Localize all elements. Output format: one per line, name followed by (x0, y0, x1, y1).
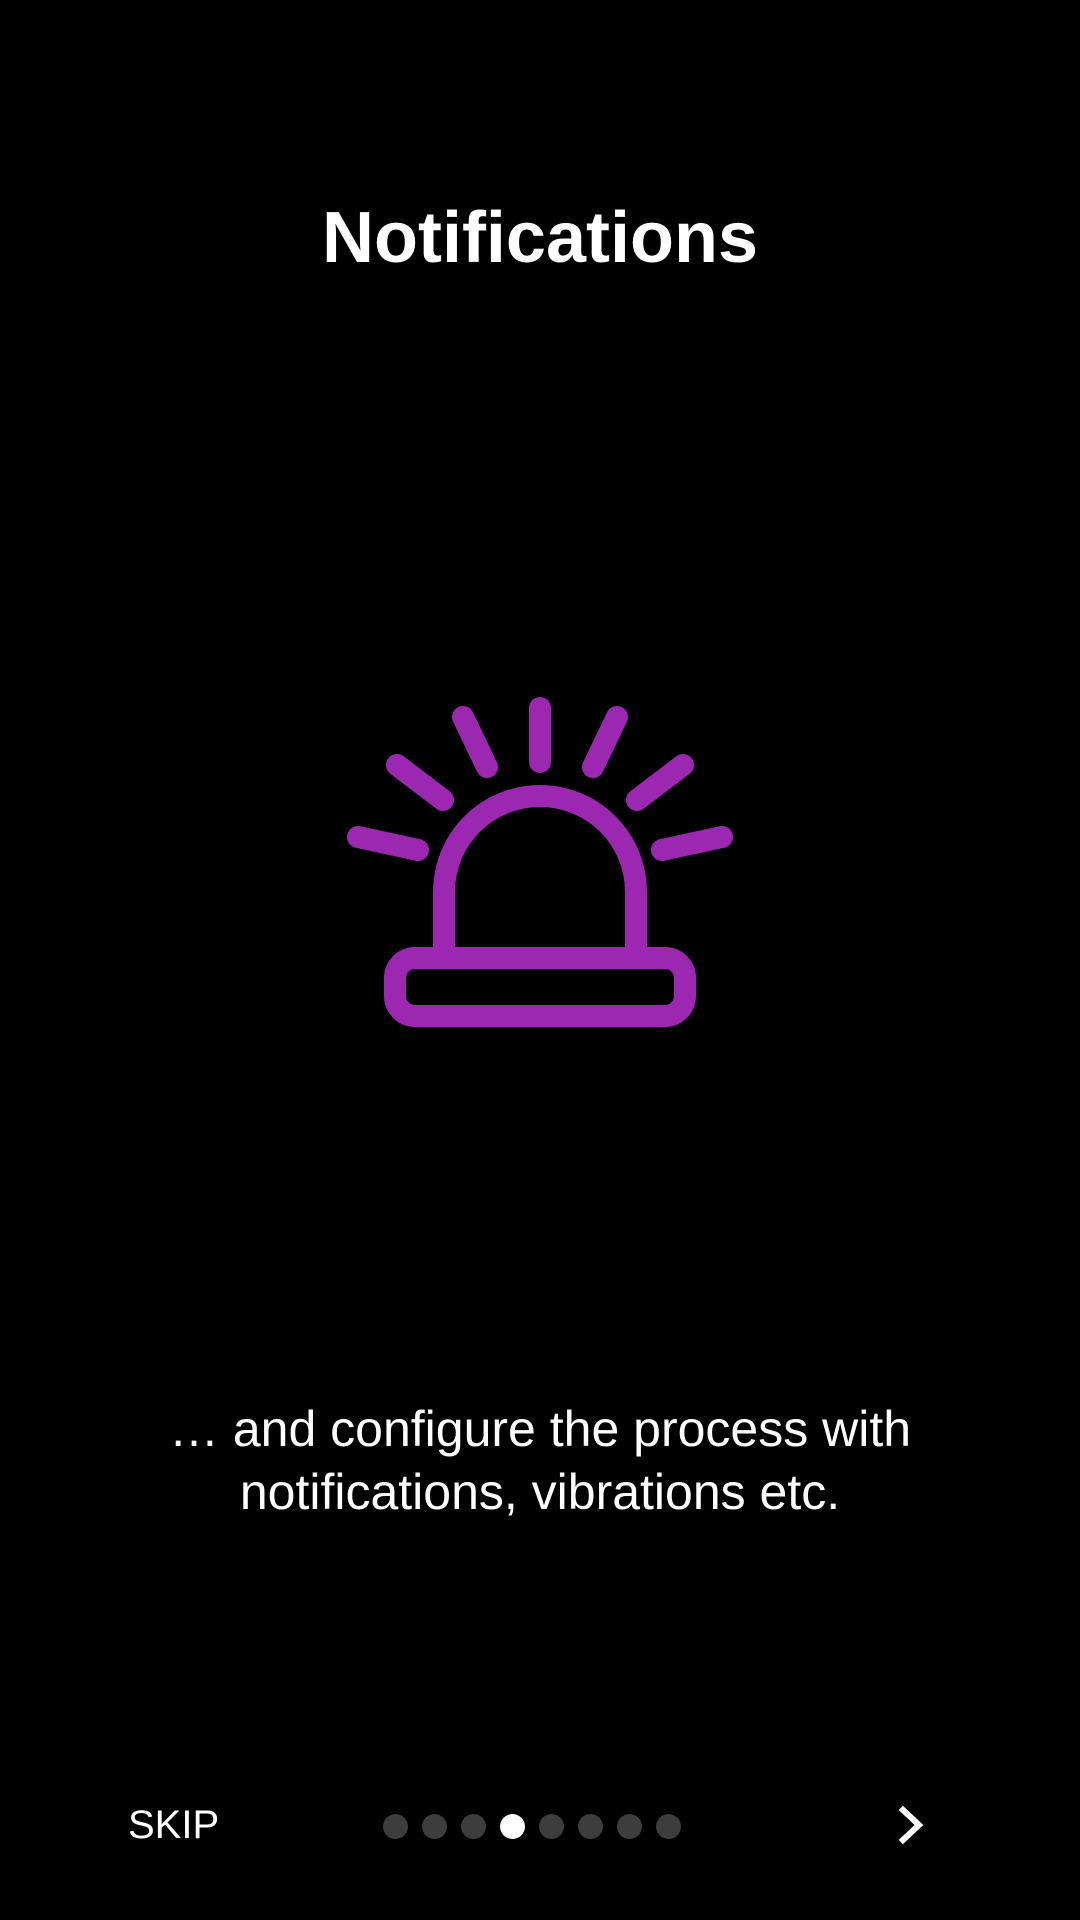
siren-alarm-icon (340, 680, 740, 1060)
page-indicator (383, 1814, 681, 1840)
onboarding-description: … and configure the process with notific… (168, 1401, 912, 1520)
next-button[interactable] (870, 1785, 950, 1865)
page-dot-1[interactable] (383, 1814, 408, 1839)
page-dot-2[interactable] (422, 1814, 447, 1839)
page-dot-8[interactable] (656, 1814, 681, 1839)
page-dot-6[interactable] (578, 1814, 603, 1839)
skip-button[interactable]: SKIP (110, 1796, 237, 1854)
chevron-right-icon (898, 1805, 924, 1845)
onboarding-navigation-bar: SKIP (0, 1780, 1080, 1870)
page-dot-3[interactable] (461, 1814, 486, 1839)
page-dot-5[interactable] (539, 1814, 564, 1839)
page-dot-4-active[interactable] (500, 1814, 525, 1839)
page-dot-7[interactable] (617, 1814, 642, 1839)
page-title: Notifications (321, 198, 758, 278)
